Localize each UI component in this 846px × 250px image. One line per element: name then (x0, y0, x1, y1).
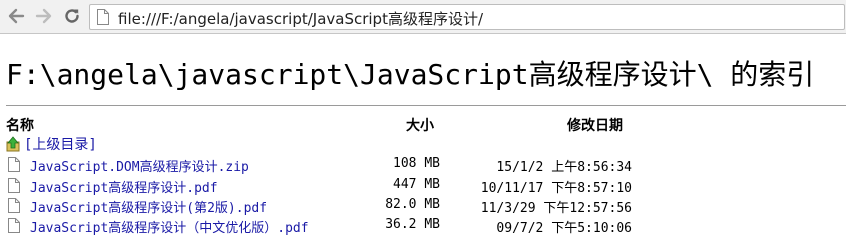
column-header-modified[interactable]: 修改日期 (567, 115, 623, 135)
browser-toolbar: file:///F:/angela/javascript/JavaScript高… (0, 0, 846, 34)
address-bar[interactable]: file:///F:/angela/javascript/JavaScript高… (89, 4, 845, 30)
file-icon (8, 178, 20, 193)
file-size: 82.0 MB (385, 197, 440, 212)
file-size: 447 MB (393, 177, 440, 192)
file-modified-date: 09/7/2 下午5:10:06 (496, 221, 632, 236)
arrow-right-icon (35, 8, 52, 24)
page-title: F:\angela\javascript\JavaScript高级程序设计\ 的… (6, 58, 815, 91)
forward-button[interactable] (33, 5, 55, 27)
file-modified-date: 10/11/17 下午8:57:10 (480, 181, 632, 196)
reload-icon (65, 9, 79, 23)
file-row[interactable]: JavaScript高级程序设计(第2版).pdf 82.0 MB 11/3/2… (6, 196, 646, 216)
file-row[interactable]: JavaScript高级程序设计（中文优化版）.pdf 36.2 MB 09/7… (6, 216, 646, 236)
file-name-link[interactable]: JavaScript.DOM高级程序设计.zip (30, 156, 249, 175)
file-name-link[interactable]: JavaScript高级程序设计(第2版).pdf (30, 197, 267, 216)
file-icon (8, 157, 20, 172)
file-icon (8, 218, 20, 233)
file-row[interactable]: JavaScript.DOM高级程序设计.zip 108 MB 15/1/2 上… (6, 155, 646, 175)
column-header-size[interactable]: 大小 (406, 115, 434, 135)
file-name-link[interactable]: JavaScript高级程序设计.pdf (30, 177, 218, 196)
file-row[interactable]: JavaScript高级程序设计.pdf 447 MB 10/11/17 下午8… (6, 176, 646, 196)
url-text[interactable]: file:///F:/angela/javascript/JavaScript高… (118, 8, 483, 29)
file-name-link[interactable]: JavaScript高级程序设计（中文优化版）.pdf (30, 217, 309, 236)
file-modified-date: 11/3/29 下午12:57:56 (480, 201, 632, 216)
title-divider (6, 105, 846, 106)
up-arrow-icon (6, 136, 20, 152)
file-size: 36.2 MB (385, 217, 440, 232)
file-modified-date: 15/1/2 上午8:56:34 (496, 160, 632, 175)
file-icon (8, 198, 20, 213)
page-icon (97, 9, 109, 25)
file-size: 108 MB (393, 156, 440, 171)
back-button[interactable] (5, 5, 27, 27)
column-header-name[interactable]: 名称 (6, 115, 34, 135)
parent-directory-link[interactable]: [上级目录] (6, 135, 97, 153)
arrow-left-icon (8, 8, 25, 24)
reload-button[interactable] (61, 5, 83, 27)
parent-directory-label[interactable]: [上级目录] (24, 134, 97, 154)
